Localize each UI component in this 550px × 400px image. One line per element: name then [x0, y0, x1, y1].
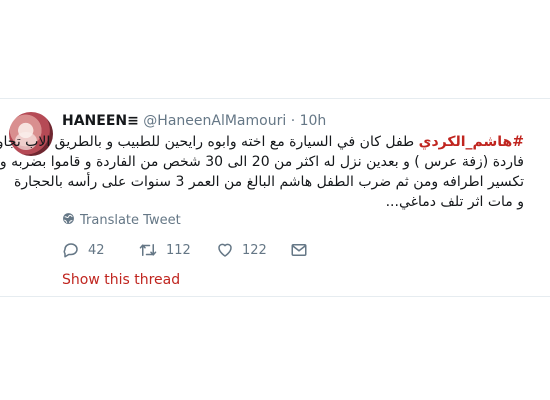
tweet-text-line: فاردة (زفة عرس ) و بعدين نزل له اكثر من … — [0, 154, 524, 170]
tweet-text-line: #هاشم_الكردي طفل كان في السيارة مع اخته … — [0, 132, 524, 152]
translate-tweet-link[interactable]: Translate Tweet — [62, 212, 181, 230]
tweet-text-line: تكسير اطرافه ومن ثم ضرب الطفل هاشم البال… — [14, 174, 524, 190]
hashtag-link[interactable]: #هاشم_الكردي — [419, 134, 524, 150]
retweet-button[interactable]: 112 — [138, 241, 191, 259]
retweet-icon — [138, 241, 158, 259]
author-handle[interactable]: @HaneenAlMamouri — [143, 113, 286, 129]
direct-message-button[interactable] — [290, 241, 308, 259]
tweet-text-segment: طفل كان في السيارة مع اخته وابوه رايحين … — [0, 134, 419, 150]
globe-icon — [62, 212, 75, 230]
message-icon — [290, 241, 308, 259]
translate-label: Translate Tweet — [80, 213, 181, 228]
reply-icon — [62, 241, 80, 259]
tweet-text: #هاشم_الكردي طفل كان في السيارة مع اخته … — [0, 132, 524, 212]
show-thread-link[interactable]: Show this thread — [62, 271, 180, 289]
separator-dot: · — [290, 113, 296, 129]
like-count: 122 — [242, 242, 267, 258]
tweet-header: HANEEN≡ @HaneenAlMamouri · 10h — [62, 112, 326, 130]
divider-top — [0, 98, 550, 99]
like-icon — [216, 241, 234, 259]
tweet-text-line: و مات اثر تلف دماغي... — [385, 194, 524, 210]
reply-button[interactable]: 42 — [62, 241, 105, 259]
divider-bottom — [0, 296, 550, 297]
author-name[interactable]: HANEEN≡ — [62, 113, 139, 129]
retweet-count: 112 — [166, 242, 191, 258]
like-button[interactable]: 122 — [216, 241, 267, 259]
reply-count: 42 — [88, 242, 105, 258]
tweet-time[interactable]: 10h — [300, 113, 327, 129]
